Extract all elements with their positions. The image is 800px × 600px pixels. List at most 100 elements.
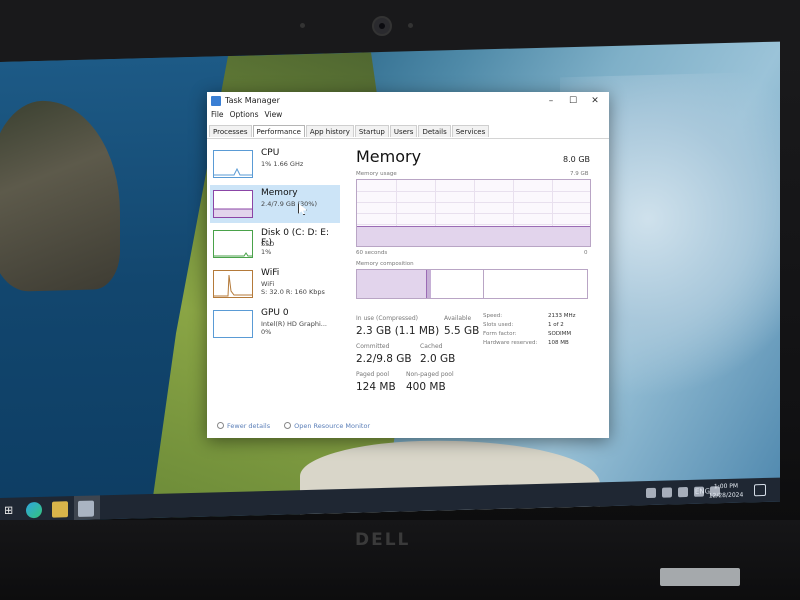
slots-value: 1 of 2 [548,322,564,328]
clock-date: 12/28/2024 [708,491,744,500]
slots-label: Slots used: [483,322,514,328]
composition-in-use [357,270,427,298]
available-value: 5.5 GB [444,325,480,337]
disk-sparkline [214,252,252,257]
resource-name: Memory [261,188,298,198]
resource-detail: 2.4/7.9 GB (30%) [261,200,318,208]
available-label: Available [444,315,472,322]
open-resource-monitor-link[interactable]: Open Resource Monitor [284,422,370,430]
tab-startup[interactable]: Startup [354,125,389,137]
task-manager-taskbar-icon[interactable] [78,500,94,517]
paged-pool-label: Paged pool [356,371,390,378]
tab-strip: Processes Performance App history Startu… [209,125,490,137]
gpu-mini-graph [213,310,253,338]
nonpaged-pool-label: Non-paged pool [406,371,454,378]
tab-app-history[interactable]: App history [305,125,354,137]
fewer-details-label: Fewer details [227,422,271,430]
form-factor-label: Form factor: [483,331,517,337]
nonpaged-pool-value: 400 MB [406,381,446,393]
cached-label: Cached [420,343,443,350]
resource-name: CPU [261,148,280,158]
page-title: Memory [356,147,422,166]
tray-icon[interactable] [678,486,688,498]
menu-view[interactable]: View [265,110,283,124]
memory-capacity: 8.0 GB [563,155,590,164]
title-bar[interactable]: Task Manager – ☐ ✕ [207,92,609,110]
maximize-button[interactable]: ☐ [563,94,583,108]
memory-composition-bar [356,269,588,299]
composition-standby-divider [483,270,484,298]
hardware-reserved-label: Hardware reserved: [483,340,538,346]
footer-links: Fewer details Open Resource Monitor [217,422,370,430]
time-axis-end: 0 [584,250,588,256]
task-manager-icon [211,96,221,106]
time-axis-label: 60 seconds [356,250,388,256]
tab-details[interactable]: Details [418,125,451,137]
resource-disk[interactable]: Disk 0 (C: D: E: F:) SSD 1% [210,225,340,263]
resource-list: CPU 1% 1.66 GHz Memory 2.4/7.9 GB (30%) … [210,145,340,345]
cpu-sparkline [214,167,252,176]
resource-gpu[interactable]: GPU 0 Intel(R) HD Graphi... 0% [210,305,340,343]
resource-detail: Intel(R) HD Graphi... [261,320,327,328]
cached-value: 2.0 GB [420,353,456,365]
tab-users[interactable]: Users [389,125,418,137]
composition-label: Memory composition [356,261,414,267]
wifi-sparkline [214,274,252,297]
memory-mini-graph [213,190,253,218]
form-factor-value: SODIMM [548,331,572,337]
resource-wifi[interactable]: WiFi WiFi S: 32.0 R: 160 Kbps [210,265,340,303]
tab-processes[interactable]: Processes [209,125,252,137]
resource-name: GPU 0 [261,308,289,318]
resource-name: WiFi [261,268,280,278]
hardware-reserved-value: 108 MB [548,340,569,346]
in-use-value: 2.3 GB (1.1 MB) [356,325,440,337]
resource-detail: 0% [261,328,272,336]
resource-detail: 1% [261,248,272,256]
committed-value: 2.2/9.8 GB [356,353,412,365]
disk-mini-graph [213,230,253,258]
cpu-mini-graph [213,150,253,178]
start-button[interactable]: ⊞ [4,502,20,518]
mic-dot [300,23,305,28]
committed-label: Committed [356,343,390,350]
resource-memory[interactable]: Memory 2.4/7.9 GB (30%) [210,185,340,223]
window-title: Task Manager [225,96,280,105]
laptop-sticker [660,568,740,586]
tray-icon[interactable] [646,487,656,499]
edge-icon[interactable] [26,501,42,519]
menu-options[interactable]: Options [230,110,259,124]
taskbar-clock[interactable]: 1:00 PM 12/28/2024 [706,481,746,500]
memory-usage-fill [357,226,590,246]
fewer-details-link[interactable]: Fewer details [217,422,270,430]
memory-usage-graph [356,179,591,247]
resource-detail: WiFi [261,280,275,288]
paged-pool-value: 124 MB [356,381,396,393]
notification-icon[interactable] [754,483,766,497]
resource-cpu[interactable]: CPU 1% 1.66 GHz [210,145,340,183]
tab-performance[interactable]: Performance [252,125,305,137]
tray-icon[interactable] [662,487,672,498]
mic-dot [408,23,413,28]
menu-bar: File Options View [207,110,282,124]
usage-graph-max: 7.9 GB [570,171,589,177]
speed-value: 2133 MHz [548,313,576,319]
tab-services[interactable]: Services [451,125,490,137]
task-manager-window: Task Manager – ☐ ✕ File Options View Pro… [207,92,609,438]
resource-detail: SSD [261,240,275,248]
usage-graph-label: Memory usage [356,171,397,177]
minimize-button[interactable]: – [541,94,561,108]
memory-sparkline [214,208,252,217]
speed-label: Speed: [483,313,503,319]
in-use-label: In use (Compressed) [356,315,418,322]
performance-panel: CPU 1% 1.66 GHz Memory 2.4/7.9 GB (30%) … [207,138,609,438]
wifi-mini-graph [213,270,253,298]
file-explorer-icon[interactable] [52,501,68,518]
composition-modified [427,270,431,298]
photo-stage: ⊞ ENG 1:00 PM 12/28/2024 Task Manager – … [0,0,800,600]
webcam [372,16,392,36]
resource-detail: 1% 1.66 GHz [261,160,304,168]
chevron-up-icon [217,422,224,429]
resource-monitor-label: Open Resource Monitor [294,422,371,430]
close-button[interactable]: ✕ [585,94,605,108]
menu-file[interactable]: File [211,110,224,124]
